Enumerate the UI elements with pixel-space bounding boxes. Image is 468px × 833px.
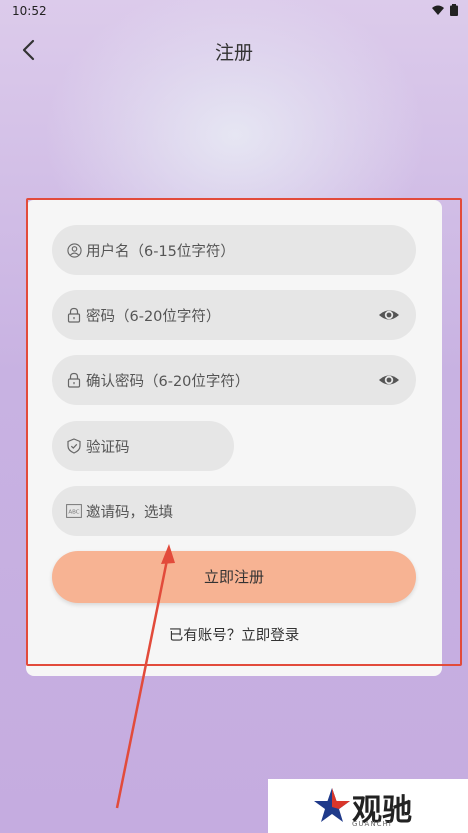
watermark-subtext: GUANCHI bbox=[352, 820, 392, 828]
annotation-arrow bbox=[115, 544, 175, 809]
star-logo-icon bbox=[314, 788, 350, 822]
